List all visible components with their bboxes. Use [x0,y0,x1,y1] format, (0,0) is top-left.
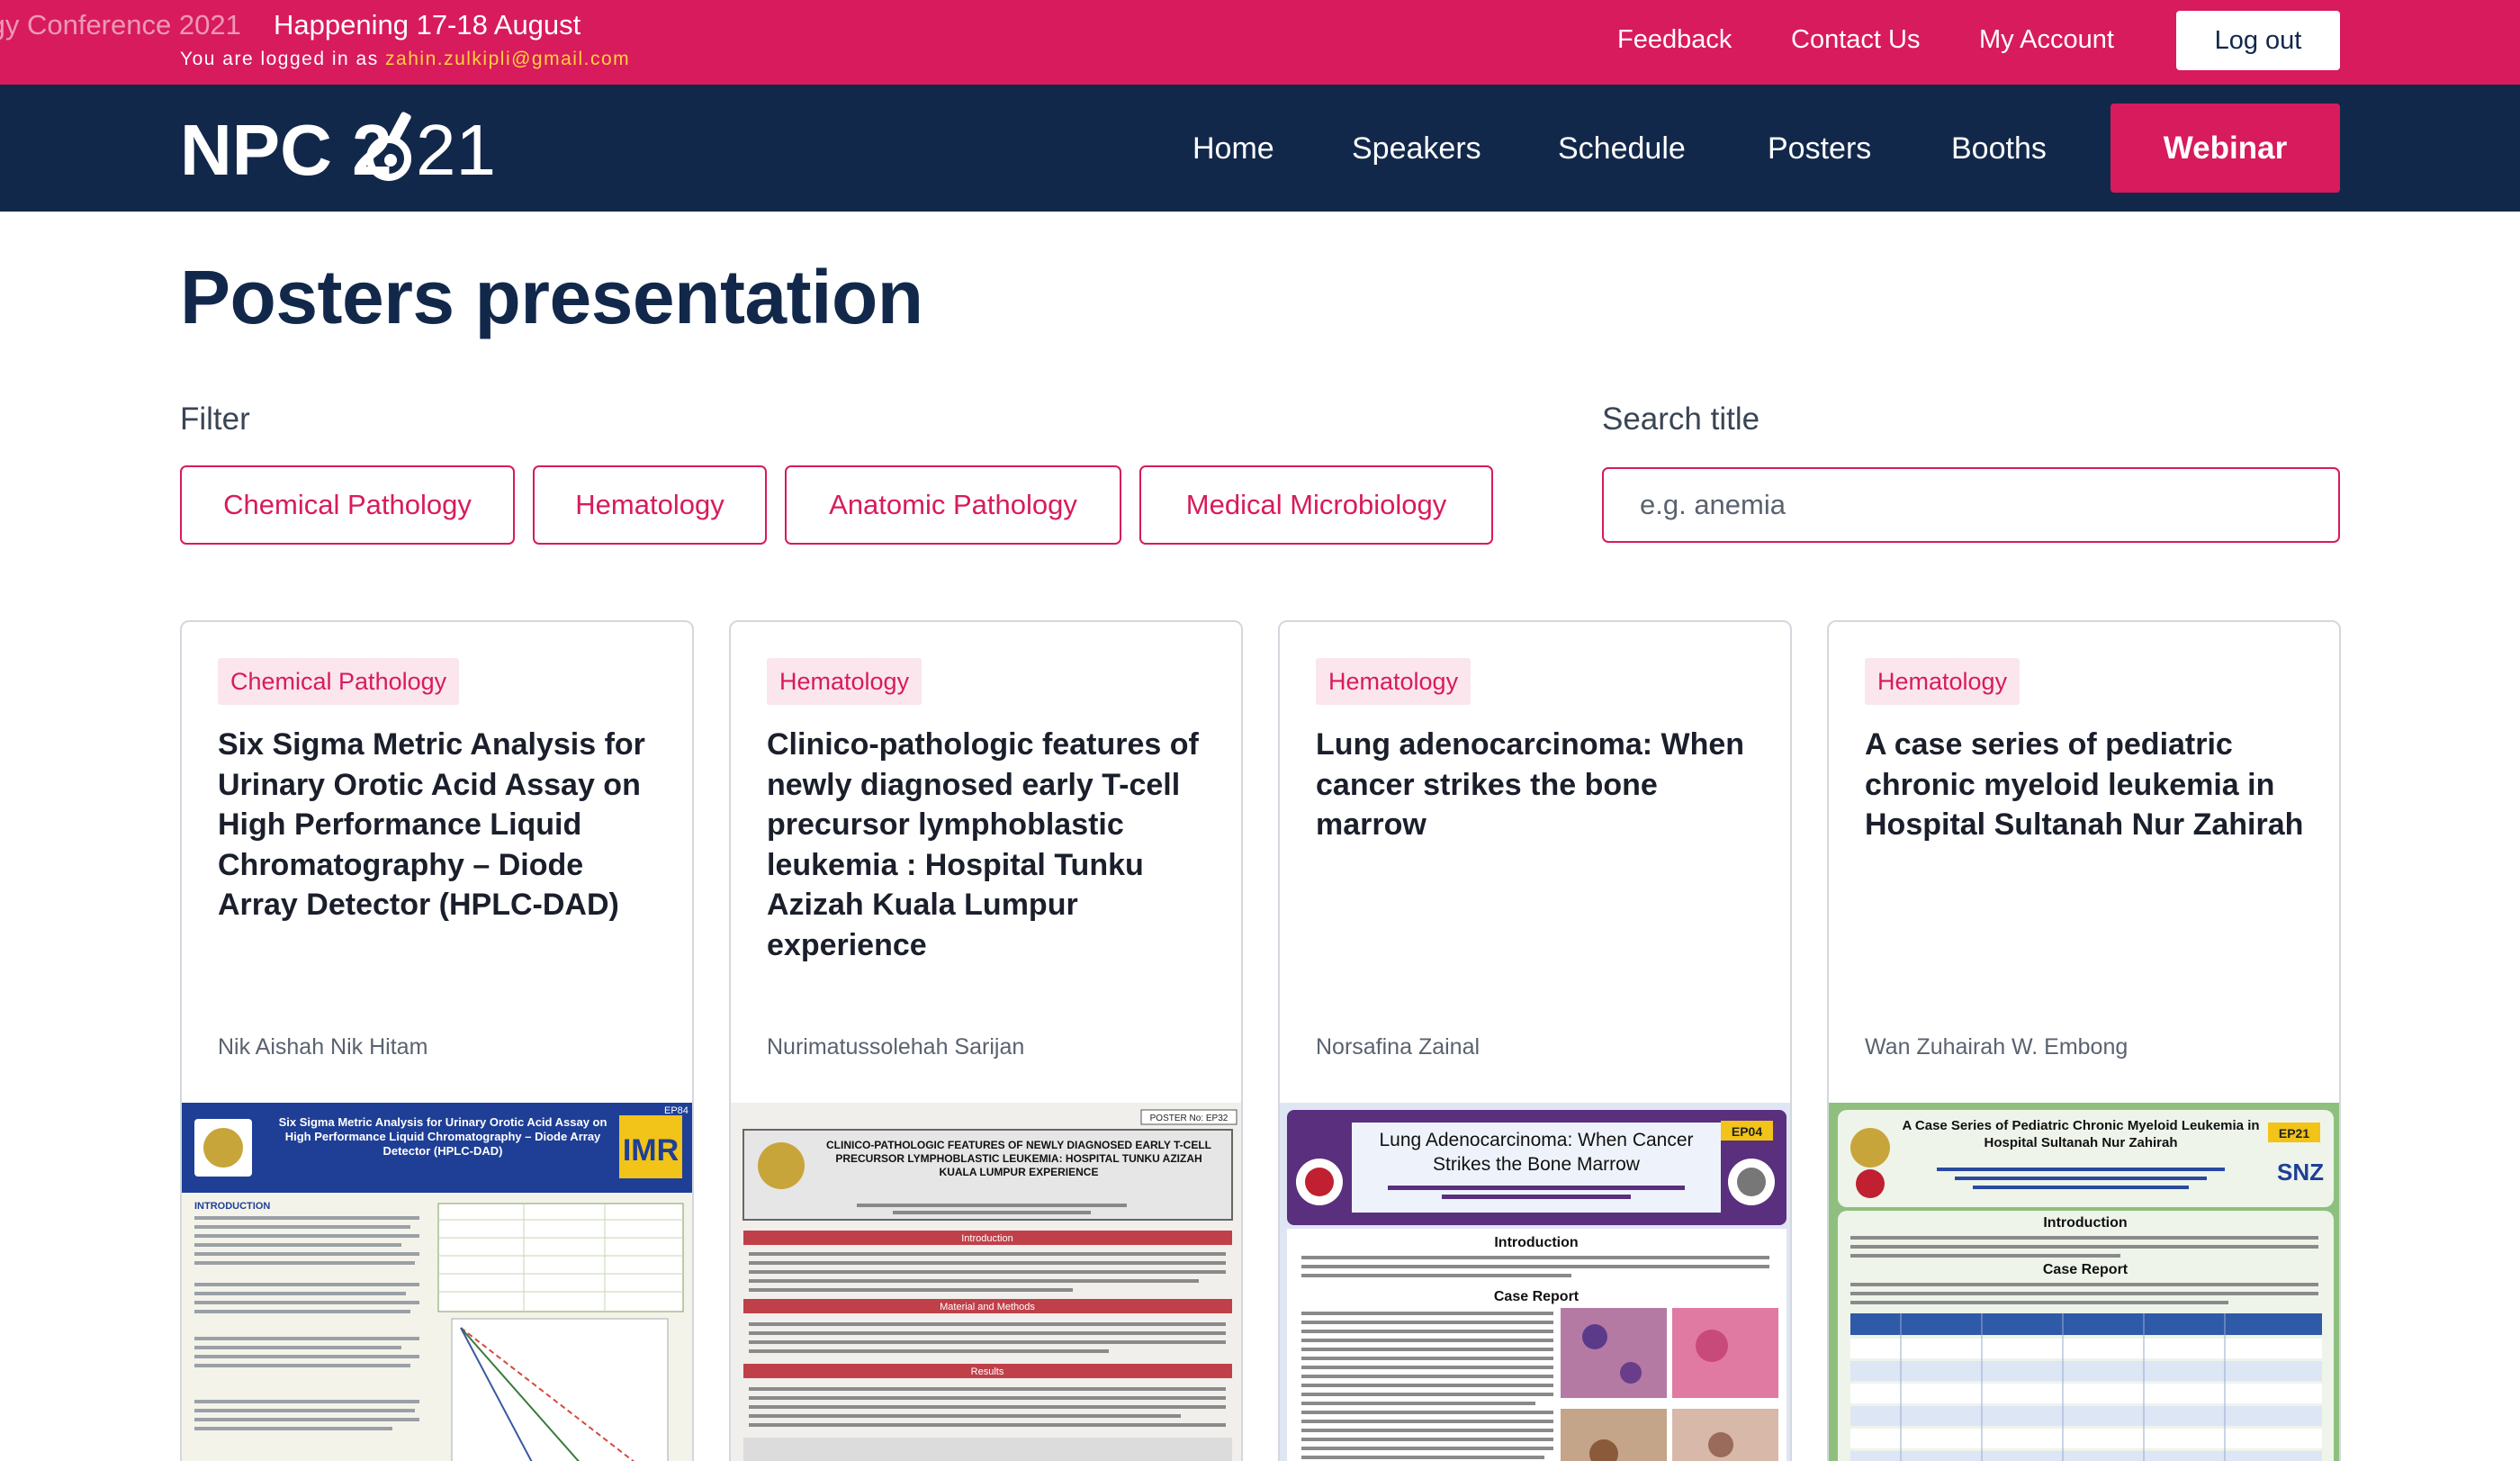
poster-title: Lung adenocarcinoma: When cancer strikes… [1316,727,1745,842]
filter-medical-microbiology[interactable]: Medical Microbiology [1139,465,1493,545]
nav-posters[interactable]: Posters [1768,131,1871,167]
search-title-input[interactable] [1602,467,2340,543]
category-tag: Hematology [1865,658,2020,705]
nav-speakers[interactable]: Speakers [1352,131,1481,167]
login-status: You are logged in as zahin.zulkipli@gmai… [180,49,630,70]
top-announcement-bar: hology Conference 2021 Happening 17-18 A… [0,0,2520,85]
poster-thumbnail: EP21 SNZ A Case Series of Pediatric Chro… [1829,1103,2339,1461]
logout-button[interactable]: Log out [2176,11,2340,70]
poster-section-1: Introduction [1494,1235,1578,1250]
poster-title: Six Sigma Metric Analysis for Urinary Or… [218,727,645,922]
logo-text-left: NPC 2 [180,110,392,190]
my-account-link[interactable]: My Account [1979,25,2114,55]
poster-section-3: Results [971,1366,1004,1377]
search-title-label: Search title [1602,401,1760,437]
poster-section-2: Case Report [1494,1289,1580,1304]
filter-anatomic-pathology[interactable]: Anatomic Pathology [785,465,1121,545]
marquee-previous-text: hology Conference 2021 [0,9,241,41]
poster-badge: SNZ [2277,1159,2324,1186]
poster-card-2[interactable]: Hematology Clinico-pathologic features o… [729,620,1243,1461]
poster-heading: CLINICO-PATHOLOGIC FEATURES OF NEWLY DIA… [825,1139,1212,1178]
poster-author: Nik Aishah Nik Hitam [218,1034,428,1060]
poster-thumbnail: IMR EP84 Six Sigma Metric Analysis for U… [182,1103,692,1461]
poster-badge: IMR [623,1133,679,1168]
filter-label: Filter [180,401,250,437]
main-navbar: NPC 2 21 Home Speakers Schedule Posters … [0,85,2520,212]
filter-chemical-pathology[interactable]: Chemical Pathology [180,465,515,545]
marquee-text: Happening 17-18 August [274,9,581,41]
poster-heading: Lung Adenocarcinoma: When Cancer Strikes… [1379,1130,1694,1175]
poster-thumbnail: EP04 Lung Adenocarcinoma: When Cancer St… [1280,1103,1790,1461]
category-tag: Chemical Pathology [218,658,460,705]
nav-home[interactable]: Home [1192,131,1274,167]
poster-thumbnail: POSTER No: EP32 CLINICO-PATHOLOGIC FEATU… [731,1103,1241,1461]
poster-author: Norsafina Zainal [1316,1034,1480,1060]
webinar-button[interactable]: Webinar [2110,104,2340,193]
nav-booths[interactable]: Booths [1951,131,2047,167]
filter-hematology[interactable]: Hematology [533,465,767,545]
login-status-prefix: You are logged in as [180,49,386,69]
poster-section: INTRODUCTION [194,1201,270,1212]
poster-card-1[interactable]: Chemical Pathology Six Sigma Metric Anal… [180,620,694,1461]
logo-text-right: 21 [416,110,496,190]
poster-section-2: Case Report [2043,1262,2128,1277]
feedback-link[interactable]: Feedback [1617,25,1732,55]
poster-card-4[interactable]: Hematology A case series of pediatric ch… [1827,620,2341,1461]
login-email: zahin.zulkipli@gmail.com [385,49,631,69]
poster-code: EP21 [2279,1126,2309,1141]
poster-code: EP84 [664,1105,688,1116]
poster-heading: Six Sigma Metric Analysis for Urinary Or… [278,1115,608,1158]
poster-title: A case series of pediatric chronic myelo… [1865,727,2304,842]
page-title: Posters presentation [180,255,923,339]
poster-code: EP04 [1732,1124,1762,1139]
poster-card-3[interactable]: Hematology Lung adenocarcinoma: When can… [1278,620,1792,1461]
poster-author: Wan Zuhairah W. Embong [1865,1034,2128,1060]
poster-heading: A Case Series of Pediatric Chronic Myelo… [1902,1118,2260,1150]
poster-section-1: Introduction [2043,1215,2127,1231]
poster-title: Clinico-pathologic features of newly dia… [767,727,1199,962]
nav-schedule[interactable]: Schedule [1558,131,1686,167]
poster-code: POSTER No: EP32 [1150,1114,1228,1123]
poster-section-2: Material and Methods [940,1302,1035,1312]
poster-author: Nurimatussolehah Sarijan [767,1034,1025,1060]
contact-us-link[interactable]: Contact Us [1791,25,1920,55]
category-tag: Hematology [1316,658,1472,705]
category-tag: Hematology [767,658,922,705]
npc-2021-logo[interactable]: NPC 2 21 [180,104,504,191]
poster-section-1: Introduction [961,1233,1012,1244]
